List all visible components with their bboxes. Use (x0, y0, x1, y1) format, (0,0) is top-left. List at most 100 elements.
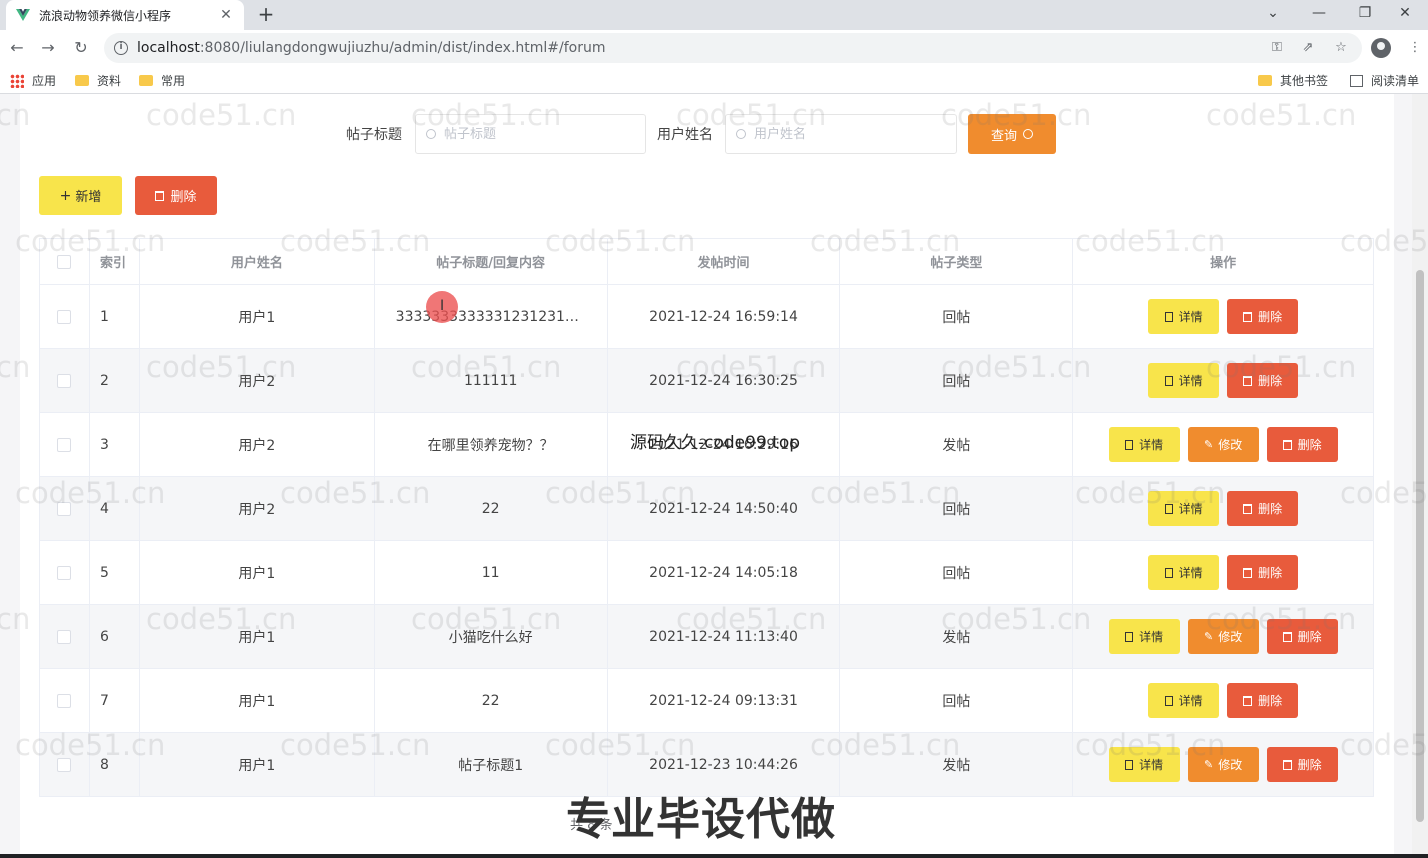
folder-icon (139, 75, 153, 86)
row-checkbox[interactable] (57, 693, 72, 708)
share-icon[interactable]: ⇗ (1299, 39, 1317, 57)
table-row[interactable]: 7 用户1 22 2021-12-24 09:13:31 回帖 详情 删除 (40, 669, 1375, 733)
user-search-input[interactable] (754, 126, 924, 142)
cell-time: 2021-12-24 09:13:31 (607, 669, 841, 733)
forward-icon[interactable]: → (36, 36, 60, 60)
delete-button[interactable]: 删除 (1227, 491, 1299, 526)
password-key-icon[interactable]: ⚿ (1268, 39, 1286, 57)
user-search-field[interactable] (725, 114, 957, 154)
url-host: localhost (137, 40, 200, 56)
row-checkbox[interactable] (57, 757, 72, 772)
cell-actions: 详情 删除 (1073, 349, 1375, 413)
detail-button[interactable]: 详情 (1148, 683, 1220, 718)
detail-button[interactable]: 详情 (1148, 491, 1220, 526)
document-icon (1125, 759, 1134, 770)
cell-type: 发帖 (840, 605, 1074, 669)
reading-list[interactable]: 阅读清单 (1350, 72, 1419, 89)
bookmark-other[interactable]: 其他书签 (1258, 72, 1328, 89)
cell-index: 7 (89, 669, 140, 733)
trash-icon (1282, 439, 1292, 450)
tab-search-icon[interactable]: ⌄ (1250, 0, 1296, 30)
site-info-icon[interactable]: i (114, 41, 128, 55)
row-checkbox[interactable] (57, 437, 72, 452)
page-viewport: 帖子标题 用户姓名 查询 +新增 删除 索引 (0, 94, 1428, 858)
screen: 流浪动物领养微信小程序 ✕ + ⌄ — ❐ ✕ ← → ↻ i localhos… (0, 0, 1428, 858)
cell-actions: 详情 ✎ 修改 删除 (1073, 413, 1375, 477)
detail-button[interactable]: 详情 (1108, 427, 1180, 462)
select-all-checkbox[interactable] (57, 254, 72, 269)
scrollbar-thumb[interactable] (1416, 270, 1424, 822)
cell-time: 2021-12-24 11:13:40 (607, 605, 841, 669)
delete-button[interactable]: 删除 (1227, 683, 1299, 718)
cell-user: 用户2 (139, 413, 375, 477)
delete-button[interactable]: 删除 (1227, 363, 1299, 398)
row-select-cell (40, 669, 90, 733)
row-checkbox[interactable] (57, 565, 72, 580)
edit-button[interactable]: ✎ 修改 (1187, 619, 1259, 654)
add-button[interactable]: + 新增 (39, 176, 122, 215)
reload-icon[interactable]: ↻ (69, 36, 93, 60)
delete-button[interactable]: 删除 (1227, 555, 1299, 590)
header-index: 索引 (89, 239, 140, 285)
title-search-field[interactable] (415, 114, 646, 154)
close-window-icon[interactable]: ✕ (1382, 0, 1428, 30)
cell-index: 3 (89, 413, 140, 477)
table-body: 1 用户1 33333333333312312313... 2021-12-24 16… (40, 285, 1375, 797)
row-checkbox[interactable] (57, 373, 72, 388)
back-icon[interactable]: ← (5, 36, 29, 60)
table-row[interactable]: 5 用户1 11 2021-12-24 14:05:18 回帖 详情 删除 (40, 541, 1375, 605)
row-checkbox[interactable] (57, 629, 72, 644)
table-row[interactable]: 6 用户1 小猫吃什么好 2021-12-24 11:13:40 发帖 详情 ✎ 修改 删除 (40, 605, 1375, 669)
document-icon (1125, 631, 1134, 642)
cell-title: 小猫吃什么好 (374, 605, 608, 669)
new-tab-icon[interactable]: + (254, 3, 278, 27)
edit-button[interactable]: ✎ 修改 (1187, 747, 1259, 782)
detail-button[interactable]: 详情 (1148, 555, 1220, 590)
row-select-cell (40, 285, 90, 349)
delete-button[interactable]: 删除 (1227, 299, 1299, 334)
detail-button[interactable]: 详情 (1148, 299, 1220, 334)
row-checkbox[interactable] (57, 309, 72, 324)
bookmark-star-icon[interactable]: ☆ (1332, 39, 1350, 57)
trash-icon (1282, 759, 1292, 770)
reading-list-icon (1350, 74, 1363, 87)
title-search-label: 帖子标题 (346, 127, 402, 143)
cell-actions: 详情 删除 (1073, 477, 1375, 541)
menu-kebab-icon[interactable]: ⋮ (1406, 39, 1424, 57)
trash-icon (1282, 631, 1292, 642)
row-checkbox[interactable] (57, 501, 72, 516)
bookmark-folder-ziliao[interactable]: 资料 (75, 72, 121, 89)
table-row[interactable]: 2 用户2 111111 2021-12-24 16:30:25 回帖 详情 删除 (40, 349, 1375, 413)
table-row[interactable]: 4 用户2 22 2021-12-24 14:50:40 回帖 详情 删除 (40, 477, 1375, 541)
cell-type: 回帖 (840, 477, 1074, 541)
cell-actions: 详情 ✎ 修改 删除 (1073, 605, 1375, 669)
detail-button[interactable]: 详情 (1108, 619, 1180, 654)
document-icon (1164, 375, 1173, 386)
detail-button[interactable]: 详情 (1148, 363, 1220, 398)
trash-icon (1243, 503, 1253, 514)
delete-button[interactable]: 删除 (1266, 619, 1338, 654)
close-tab-icon[interactable]: ✕ (218, 7, 234, 23)
forum-panel: 帖子标题 用户姓名 查询 +新增 删除 索引 (20, 94, 1394, 858)
text-cursor-icon: I (440, 298, 445, 314)
cell-title: 111111 (374, 349, 608, 413)
row-select-cell (40, 349, 90, 413)
row-select-cell (40, 541, 90, 605)
bookmark-folder-changyong[interactable]: 常用 (139, 72, 185, 89)
cell-user: 用户2 (139, 349, 375, 413)
bookmark-apps[interactable]: 应用 (10, 72, 56, 89)
batch-delete-button[interactable]: 删除 (135, 176, 217, 215)
detail-button[interactable]: 详情 (1108, 747, 1180, 782)
address-bar[interactable]: i localhost:8080/liulangdongwujiuzhu/adm… (104, 33, 1362, 63)
delete-button[interactable]: 删除 (1266, 427, 1338, 462)
minimize-icon[interactable]: — (1296, 0, 1342, 30)
document-icon (1164, 567, 1173, 578)
title-search-input[interactable] (444, 126, 614, 142)
delete-button[interactable]: 删除 (1266, 747, 1338, 782)
cell-index: 2 (89, 349, 140, 413)
profile-avatar[interactable] (1371, 38, 1391, 58)
table-row[interactable]: 1 用户1 33333333333312312313... 2021-12-24 16… (40, 285, 1375, 349)
browser-tab[interactable]: 流浪动物领养微信小程序 ✕ (6, 0, 244, 30)
edit-button[interactable]: ✎ 修改 (1187, 427, 1259, 462)
query-button[interactable]: 查询 (968, 114, 1056, 154)
